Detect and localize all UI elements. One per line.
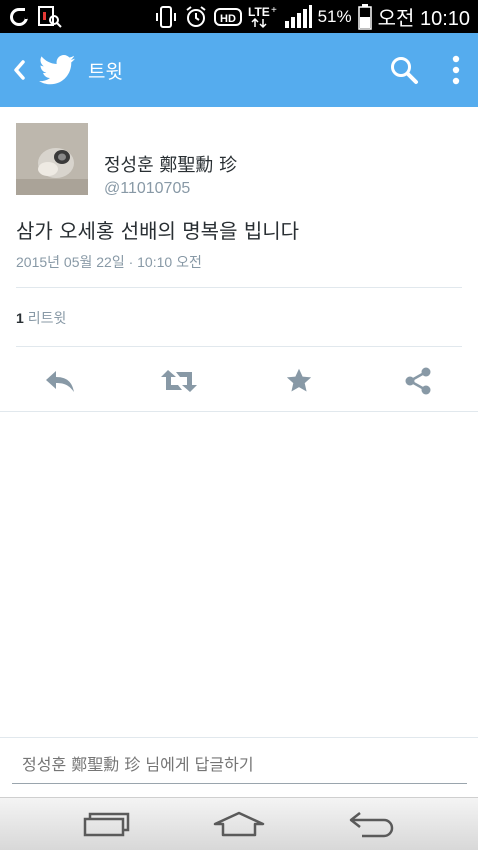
tweet-timestamp: 2015년 05월 22일 · 10:10 오전 — [16, 254, 202, 270]
svg-text:+: + — [271, 5, 277, 16]
search-icon[interactable] — [374, 33, 434, 107]
lte-icon: LTE + — [248, 4, 278, 30]
svg-text:LTE: LTE — [248, 5, 270, 19]
overflow-menu-icon[interactable] — [434, 33, 478, 107]
twitter-bird-icon[interactable] — [36, 33, 78, 107]
status-bar: HD LTE + 51% 오전 10:10 — [0, 0, 478, 33]
status-time: 오전 10:10 — [377, 8, 470, 30]
svg-text:HD: HD — [220, 13, 236, 25]
olleh-icon — [8, 6, 30, 28]
vibrate-icon — [154, 5, 178, 29]
back-arrow-icon[interactable] — [2, 33, 36, 107]
battery-icon — [357, 3, 372, 30]
avatar[interactable] — [16, 123, 88, 195]
recent-apps-icon[interactable] — [66, 799, 146, 849]
divider — [0, 411, 478, 412]
alarm-icon — [184, 5, 208, 29]
favorite-icon[interactable] — [279, 361, 319, 401]
author-handle[interactable]: @11010705 — [104, 180, 190, 198]
navigation-bar — [0, 797, 478, 850]
share-icon[interactable] — [398, 361, 438, 401]
page-title: 트윗 — [88, 60, 123, 83]
notification-icon — [38, 5, 62, 28]
retweet-icon[interactable] — [159, 361, 199, 401]
action-bar: 트윗 — [0, 33, 478, 107]
reply-input[interactable] — [12, 746, 467, 784]
tweet-actions — [0, 351, 478, 411]
divider — [16, 346, 462, 347]
battery-percent: 51% — [317, 6, 352, 26]
hd-voice-icon: HD — [213, 7, 242, 27]
divider — [16, 287, 462, 288]
tweet-author[interactable]: 정성훈 鄭聖勳 珍 @11010705 — [16, 123, 436, 198]
retweet-stats[interactable]: 1 리트윗 — [16, 308, 66, 328]
reply-icon[interactable] — [40, 361, 80, 401]
retweet-count: 1 — [16, 310, 24, 326]
tweet-text: 삼가 오세홍 선배의 명복을 빕니다 — [16, 219, 300, 243]
author-name[interactable]: 정성훈 鄭聖勳 珍 — [104, 151, 237, 177]
signal-icon — [284, 4, 312, 29]
back-icon[interactable] — [332, 799, 412, 849]
retweet-label: 리트윗 — [27, 311, 67, 327]
home-icon[interactable] — [199, 799, 279, 849]
reply-composer — [0, 737, 478, 797]
